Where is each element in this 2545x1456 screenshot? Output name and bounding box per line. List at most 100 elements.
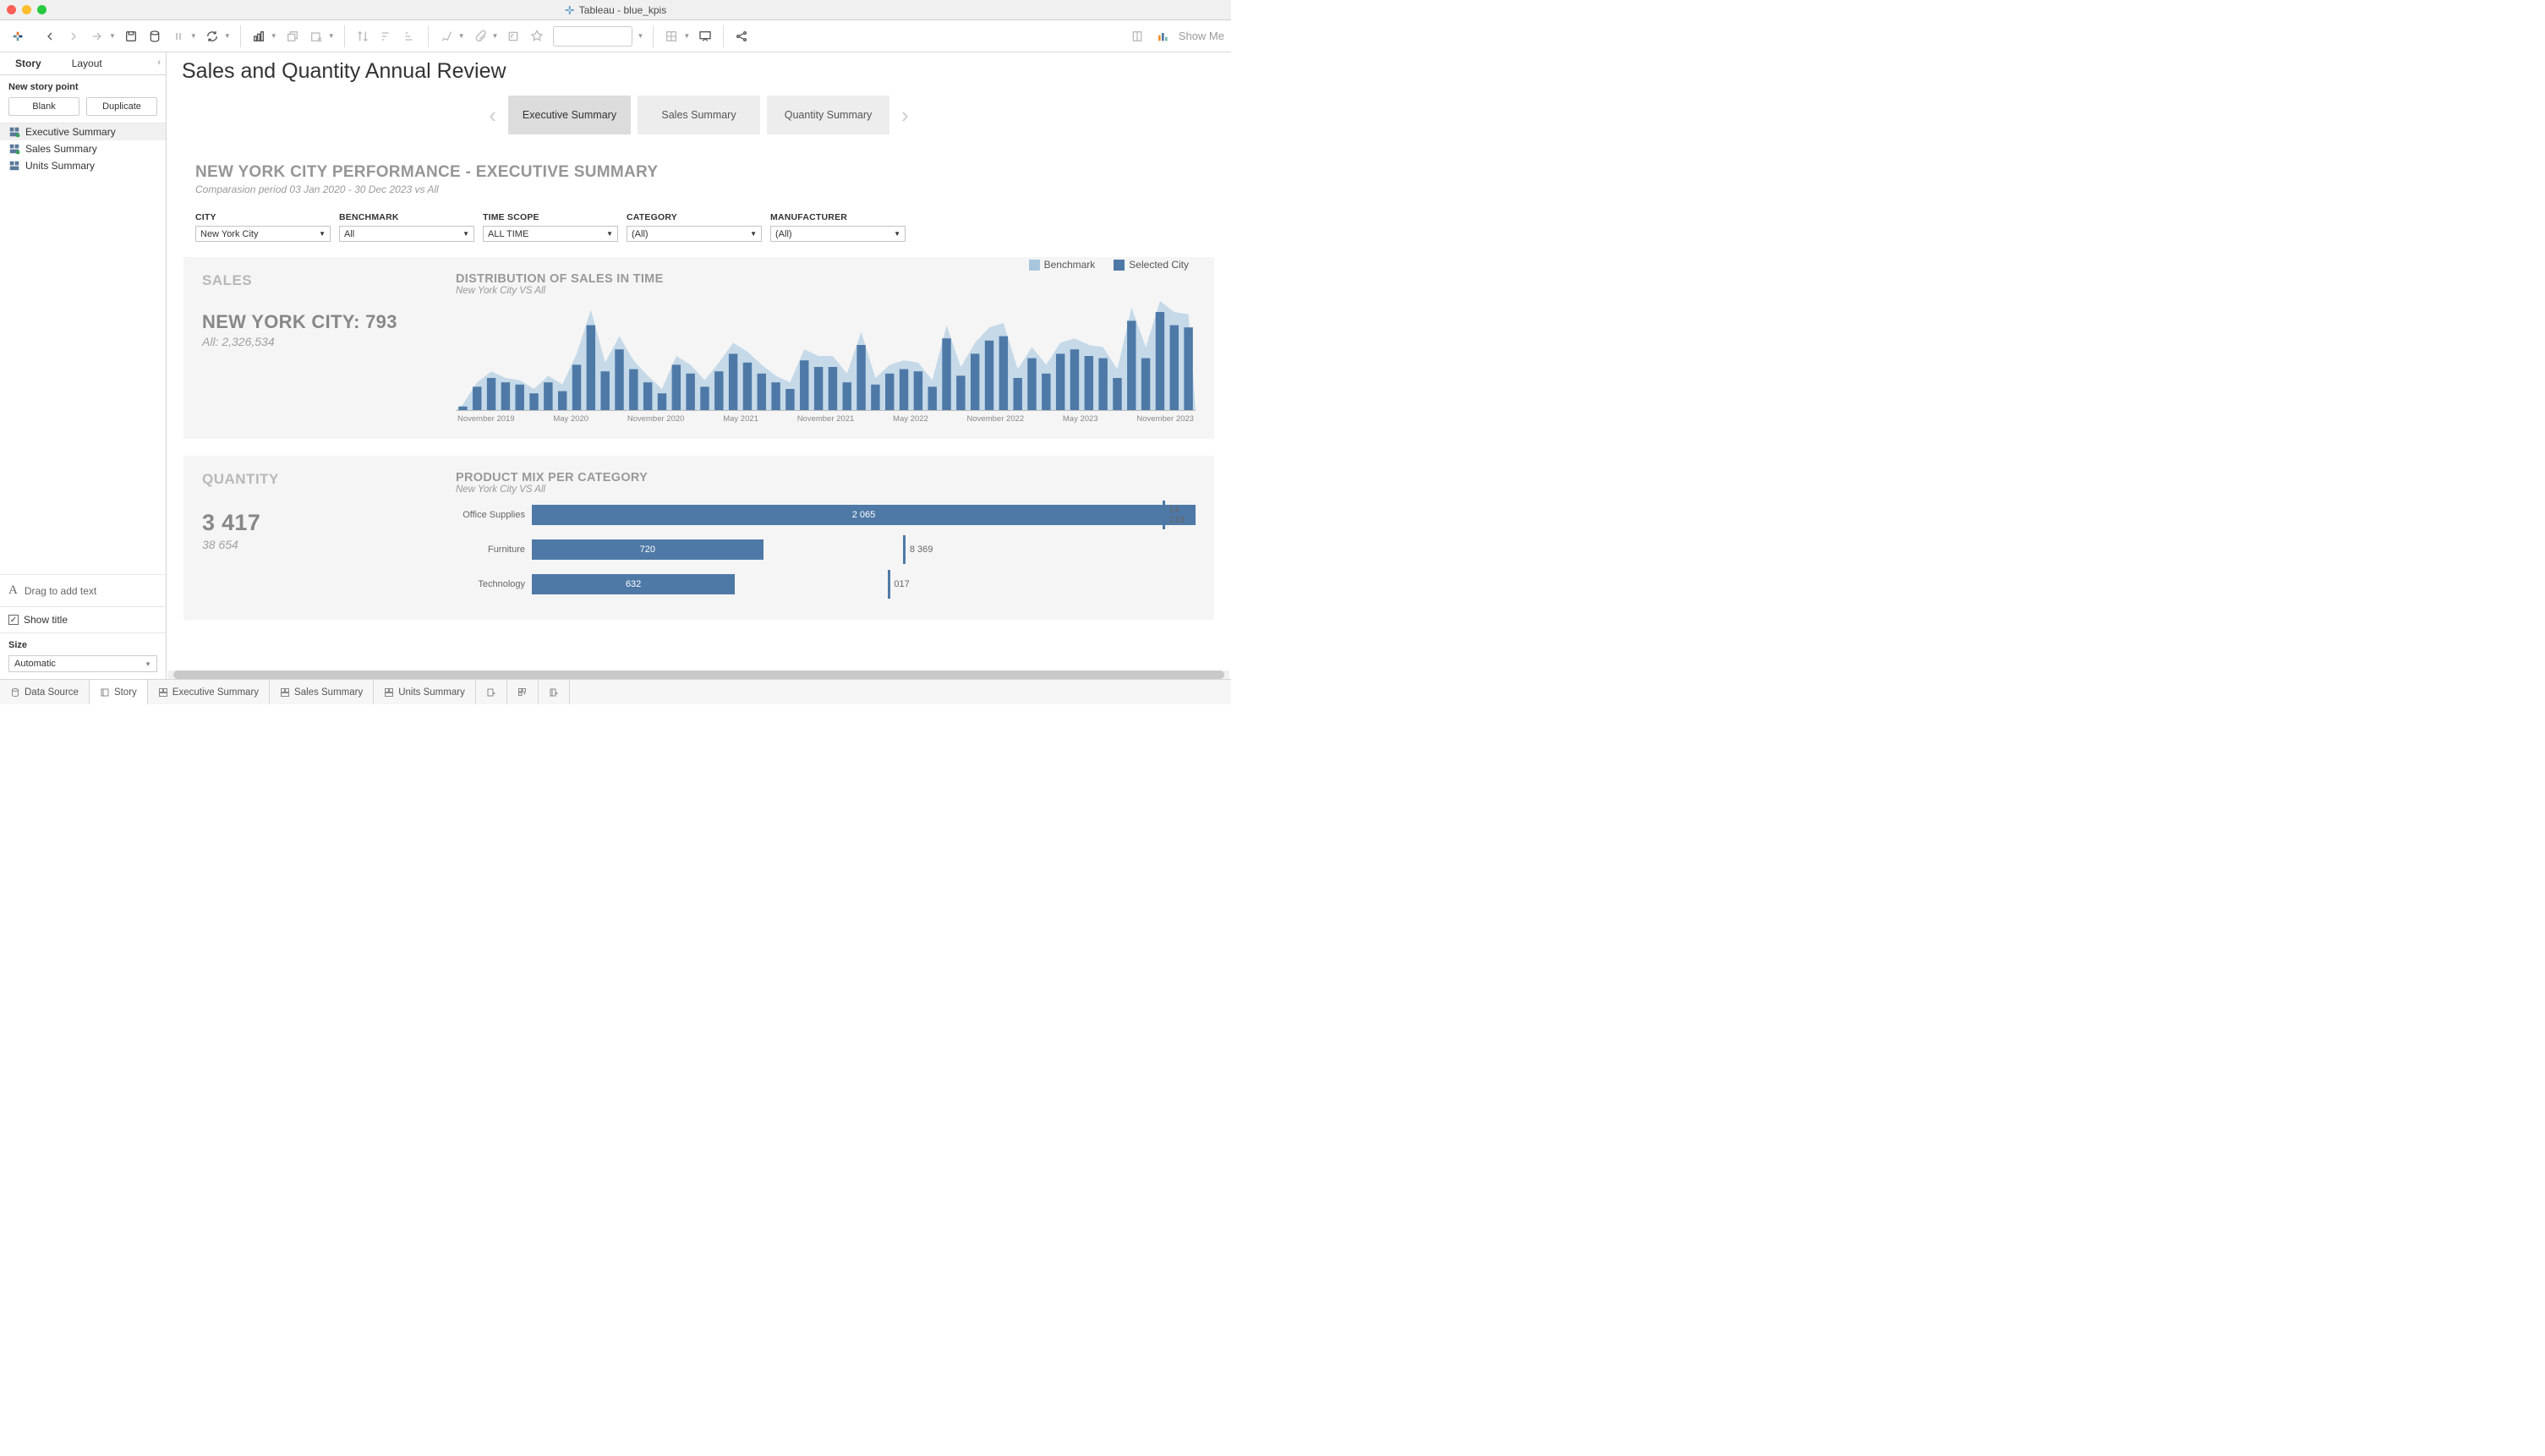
refresh-button[interactable] [201, 25, 223, 47]
window-controls [7, 5, 47, 14]
sales-distribution-chart[interactable] [456, 301, 1196, 411]
product-mix-chart[interactable]: Office Supplies2 06514 218Furniture7208 … [456, 501, 1196, 599]
clear-sheet-button[interactable] [305, 25, 327, 47]
show-title-checkbox[interactable]: ✓ Show title [0, 607, 166, 633]
sales-chart-xaxis: November 2019May 2020November 2020May 20… [456, 411, 1196, 424]
size-label: Size [8, 640, 157, 650]
pause-updates-button[interactable] [167, 25, 189, 47]
dashboard-icon [8, 160, 20, 172]
share-button[interactable] [731, 25, 753, 47]
nav-tab-sales[interactable]: Sales Summary [638, 96, 760, 134]
sidebar-item-units-summary[interactable]: Units Summary [0, 157, 166, 174]
sort-desc-button[interactable] [399, 25, 421, 47]
sidebar: Story Layout ‹ New story point Blank Dup… [0, 52, 167, 679]
chart-legend: Benchmark Selected City [1029, 259, 1189, 271]
guide-button[interactable] [1126, 25, 1148, 47]
new-worksheet-tab[interactable] [476, 680, 507, 704]
sheet-tab-sales[interactable]: Sales Summary [270, 680, 374, 704]
sheet-tab-exec[interactable]: Executive Summary [148, 680, 270, 704]
sheet-tab-bar: Data Source Story Executive Summary Sale… [0, 679, 1231, 704]
new-dashboard-icon [517, 687, 528, 698]
sidebar-item-sales-summary[interactable]: Sales Summary [0, 140, 166, 157]
dashboard-subheading: Comparasion period 03 Jan 2020 - 30 Dec … [195, 183, 1202, 195]
filter-label: BENCHMARK [339, 212, 474, 222]
quantity-panel: QUANTITY 3 417 38 654 PRODUCT MIX PER CA… [183, 456, 1214, 620]
dashboard-body: NEW YORK CITY PERFORMANCE - EXECUTIVE SU… [167, 146, 1231, 671]
show-me-icon[interactable] [1152, 25, 1174, 47]
sales-kpi-main: NEW YORK CITY: 793 [202, 311, 430, 333]
sales-kpi-sub: All: 2,326,534 [202, 335, 430, 348]
title-bar: Tableau - blue_kpis [0, 0, 1231, 20]
duplicate-sheet-button[interactable] [282, 25, 304, 47]
new-worksheet-button[interactable] [248, 25, 270, 47]
collapse-sidebar-icon[interactable]: ‹ [157, 57, 161, 68]
redo-button[interactable] [63, 25, 85, 47]
sidebar-tabs: Story Layout ‹ [0, 52, 166, 75]
new-data-source-button[interactable] [144, 25, 166, 47]
sales-kpi-title: SALES [202, 272, 430, 289]
fit-button[interactable] [660, 25, 682, 47]
duplicate-button[interactable]: Duplicate [86, 97, 157, 116]
next-story-point-button[interactable]: › [896, 102, 914, 129]
size-select[interactable]: Automatic▼ [8, 655, 157, 672]
database-icon [10, 687, 20, 698]
save-button[interactable] [120, 25, 142, 47]
quantity-kpi-title: QUANTITY [202, 471, 430, 488]
presentation-button[interactable] [694, 25, 716, 47]
sidebar-tab-layout[interactable]: Layout [57, 52, 118, 74]
blank-button[interactable]: Blank [8, 97, 79, 116]
pin-button[interactable] [526, 25, 548, 47]
search-input[interactable] [553, 26, 632, 47]
prev-story-point-button[interactable]: ‹ [484, 102, 501, 129]
filter-label: CATEGORY [627, 212, 762, 222]
sidebar-tab-story[interactable]: Story [0, 52, 57, 74]
fullscreen-window-button[interactable] [37, 5, 47, 14]
tableau-logo-button[interactable] [7, 25, 29, 47]
quantity-kpi-sub: 38 654 [202, 538, 430, 551]
quantity-chart-sub: New York City VS All [456, 484, 1196, 495]
sheet-tab-units[interactable]: Units Summary [374, 680, 476, 704]
undo-button[interactable] [39, 25, 61, 47]
close-window-button[interactable] [7, 5, 16, 14]
attach-button[interactable] [469, 25, 491, 47]
highlight-button[interactable] [435, 25, 457, 47]
data-source-tab[interactable]: Data Source [0, 680, 90, 704]
new-dashboard-tab[interactable] [507, 680, 539, 704]
drag-to-add-text[interactable]: A Drag to add text [0, 574, 166, 607]
quantity-kpi-main: 3 417 [202, 510, 430, 536]
filter-label: TIME SCOPE [483, 212, 618, 222]
window-title-text: Tableau - blue_kpis [579, 4, 666, 16]
new-story-tab[interactable] [539, 680, 570, 704]
dashboard-icon [8, 143, 20, 155]
story-tab[interactable]: Story [90, 680, 148, 704]
dashboard-heading: NEW YORK CITY PERFORMANCE - EXECUTIVE SU… [195, 163, 1202, 182]
filter-label: MANUFACTURER [770, 212, 906, 222]
dashboard-icon [384, 687, 394, 698]
story-navigator: ‹ Executive Summary Sales Summary Quanti… [167, 87, 1231, 146]
dashboard-icon [280, 687, 290, 698]
story-title[interactable]: Sales and Quantity Annual Review [167, 52, 1231, 87]
filter-label: CITY [195, 212, 331, 222]
show-me-label[interactable]: Show Me [1179, 30, 1224, 42]
filter-city[interactable]: New York City▼ [195, 226, 331, 242]
nav-tab-executive[interactable]: Executive Summary [508, 96, 631, 134]
tableau-logo-icon [565, 5, 575, 15]
story-canvas: Sales and Quantity Annual Review ‹ Execu… [167, 52, 1231, 679]
label-button[interactable] [502, 25, 524, 47]
sort-asc-button[interactable] [375, 25, 397, 47]
sidebar-item-label: Executive Summary [25, 126, 116, 138]
swap-button[interactable] [352, 25, 374, 47]
filter-benchmark[interactable]: All▼ [339, 226, 474, 242]
quantity-chart-title: PRODUCT MIX PER CATEGORY [456, 471, 1196, 484]
sidebar-item-executive-summary[interactable]: Executive Summary [0, 123, 166, 140]
nav-tab-quantity[interactable]: Quantity Summary [767, 96, 889, 134]
horizontal-scrollbar[interactable] [168, 671, 1229, 679]
sales-panel: Benchmark Selected City SALES NEW YORK C… [183, 257, 1214, 439]
filter-manufacturer[interactable]: (All)▼ [770, 226, 906, 242]
revert-button[interactable] [86, 25, 108, 47]
minimize-window-button[interactable] [22, 5, 31, 14]
main-toolbar: ▼ ▼ ▼ ▼ ▼ ▼ ▼ ▼ ▼ Show Me [0, 20, 1231, 52]
filter-timescope[interactable]: ALL TIME▼ [483, 226, 618, 242]
story-point-list: Executive Summary Sales Summary Units Su… [0, 123, 166, 174]
filter-category[interactable]: (All)▼ [627, 226, 762, 242]
